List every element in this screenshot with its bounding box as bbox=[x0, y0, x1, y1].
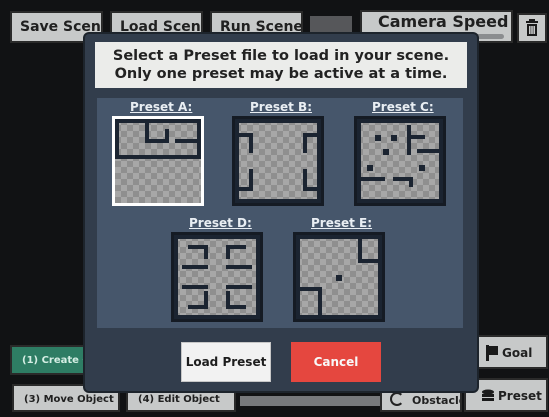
preset-c-thumbnail[interactable] bbox=[354, 116, 446, 206]
preset-d-thumbnail[interactable] bbox=[171, 232, 263, 322]
obstacle-label: Obstacle bbox=[412, 394, 462, 407]
preset-b-label: Preset B: bbox=[250, 100, 312, 114]
preset-dialog: Select a Preset file to load in your sce… bbox=[85, 34, 477, 391]
preset-grid: Preset A: Preset B: Preset C: Preset D: … bbox=[97, 98, 463, 328]
preset-d-label: Preset D: bbox=[189, 216, 252, 230]
preset-a-label: Preset A: bbox=[130, 100, 193, 114]
stack-icon bbox=[482, 389, 494, 401]
dialog-title: Select a Preset file to load in your sce… bbox=[95, 42, 467, 88]
toolbar-divider bbox=[310, 16, 352, 32]
flag-icon bbox=[486, 345, 498, 361]
preset-a-thumbnail[interactable] bbox=[112, 116, 204, 206]
preset-label: Preset bbox=[498, 389, 542, 403]
dialog-title-line-1: Select a Preset file to load in your sce… bbox=[112, 48, 450, 64]
goal-label: Goal bbox=[502, 346, 533, 360]
preset-c-label: Preset C: bbox=[372, 100, 434, 114]
trash-icon bbox=[526, 19, 538, 36]
preset-e-label: Preset E: bbox=[311, 216, 373, 230]
load-preset-button[interactable]: Load Preset bbox=[181, 342, 271, 382]
dialog-title-line-2: Only one preset may be active at a time. bbox=[114, 66, 448, 82]
preset-e-thumbnail[interactable] bbox=[293, 232, 385, 322]
rotate-icon bbox=[390, 392, 404, 406]
cancel-button[interactable]: Cancel bbox=[291, 342, 381, 382]
scene-editor: Save Scene Load Scene Run Scene Camera S… bbox=[0, 0, 549, 417]
bottom-divider bbox=[240, 396, 380, 406]
camera-speed-label: Camera Speed bbox=[378, 12, 509, 31]
delete-button[interactable] bbox=[517, 13, 547, 43]
preset-b-thumbnail[interactable] bbox=[232, 116, 324, 206]
